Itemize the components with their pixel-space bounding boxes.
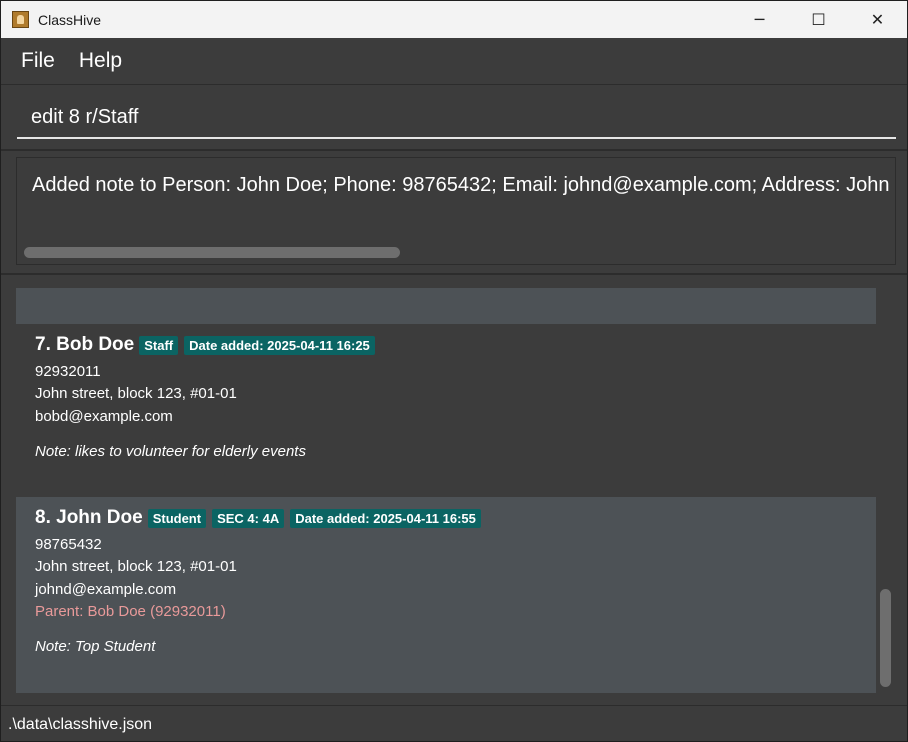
horizontal-scrollbar[interactable] [21,246,891,260]
status-bar: .\data\classhive.json [1,705,907,741]
vertical-scrollbar-thumb[interactable] [880,589,891,687]
person-note: Note: likes to volunteer for elderly eve… [35,443,306,460]
command-input[interactable] [17,97,896,139]
class-tag: SEC 4: 4A [212,508,285,528]
address-book-icon [12,11,29,28]
person-phone: 98765432 [35,536,102,553]
date-added-tag: Date added: 2025-04-11 16:55 [290,508,481,528]
person-list[interactable]: 7. Bob Doe Staff Date added: 2025-04-11 … [16,288,876,693]
date-added-tag: Date added: 2025-04-11 16:25 [184,335,375,355]
person-name: 8. John Doe [35,507,143,528]
person-card[interactable]: 7. Bob Doe Staff Date added: 2025-04-11 … [16,324,876,497]
maximize-button[interactable]: ☐ [789,1,848,38]
result-display[interactable]: Added note to Person: John Doe; Phone: 9… [16,157,896,265]
role-tag: Staff [139,335,179,355]
menu-help[interactable]: Help [79,49,122,73]
card-header: 7. Bob Doe Staff Date added: 2025-04-11 … [35,334,375,356]
menu-file[interactable]: File [21,49,55,73]
result-text: Added note to Person: John Doe; Phone: 9… [32,174,895,196]
person-email: bobd@example.com [35,408,173,425]
person-name: 7. Bob Doe [35,334,135,355]
menu-bar: File Help [1,38,907,85]
result-display-area: Added note to Person: John Doe; Phone: 9… [1,151,907,275]
person-list-panel: 7. Bob Doe Staff Date added: 2025-04-11 … [1,275,907,705]
app-window: ClassHive ─ ☐ ✕ File Help Added note to … [0,0,908,742]
close-button[interactable]: ✕ [848,1,907,38]
list-item[interactable] [16,288,876,324]
title-bar: ClassHive ─ ☐ ✕ [1,1,907,38]
role-tag: Student [147,508,207,528]
person-address: John street, block 123, #01-01 [35,385,237,402]
person-phone: 92932011 [35,363,101,380]
window-title: ClassHive [38,11,102,28]
person-parent: Parent: Bob Doe (92932011) [35,603,226,620]
window-controls: ─ ☐ ✕ [730,1,907,38]
horizontal-scrollbar-thumb[interactable] [24,247,400,258]
person-card[interactable]: 8. John Doe Student SEC 4: 4A Date added… [16,497,876,693]
card-header: 8. John Doe Student SEC 4: 4A Date added… [35,507,481,529]
minimize-button[interactable]: ─ [730,1,789,38]
person-address: John street, block 123, #01-01 [35,558,237,575]
person-note: Note: Top Student [35,638,156,655]
save-file-path: .\data\classhive.json [8,715,153,733]
command-box-area [1,85,907,151]
person-email: johnd@example.com [35,581,177,598]
